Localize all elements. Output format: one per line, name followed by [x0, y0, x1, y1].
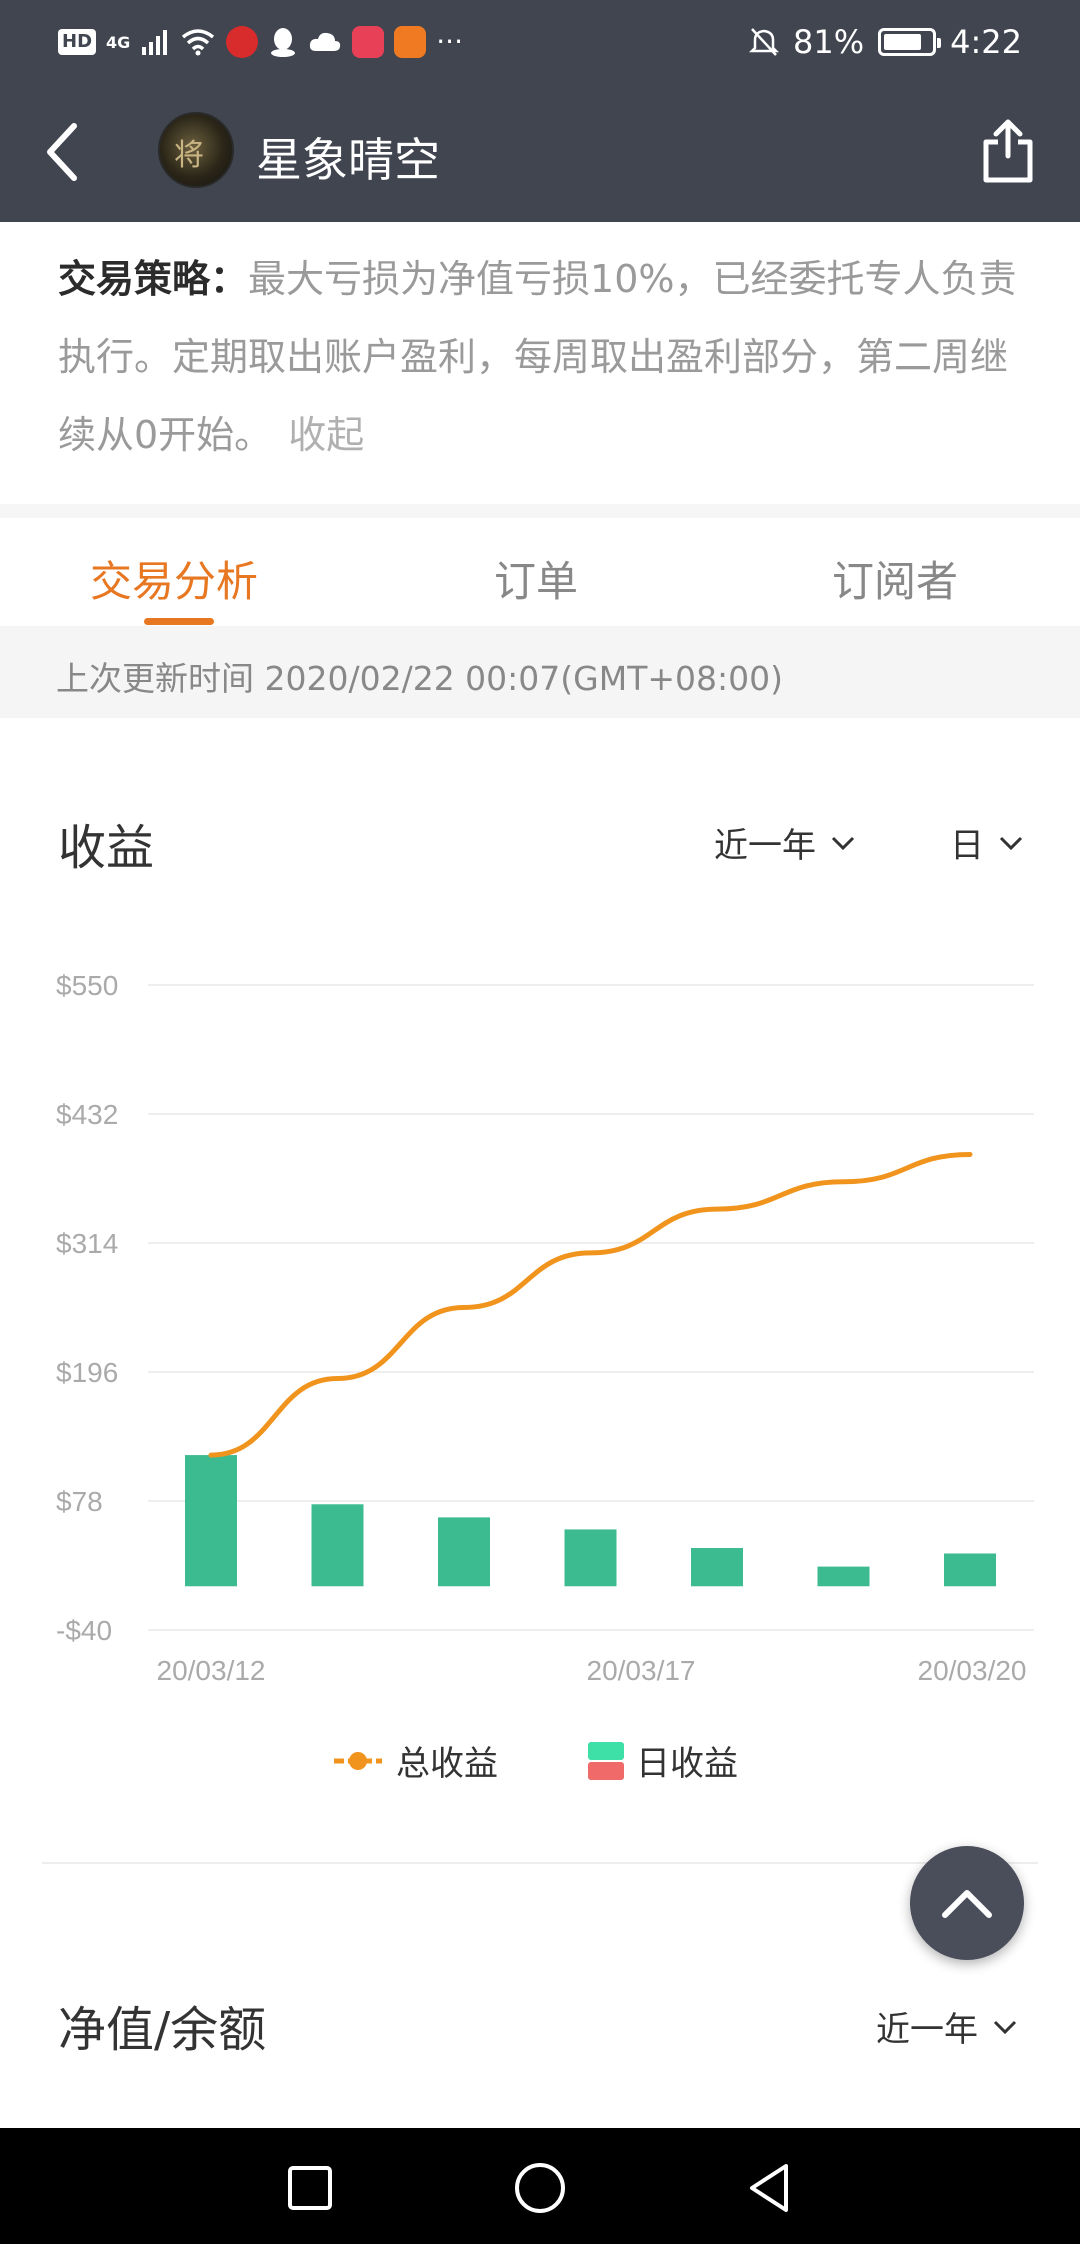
- page-title: 星象晴空: [256, 133, 440, 187]
- avatar[interactable]: 将: [158, 112, 234, 188]
- daily-income-bar[interactable]: [691, 1548, 743, 1587]
- tab-bar: 交易分析 订单 订阅者: [0, 518, 1080, 626]
- y-tick-label: $432: [56, 1099, 118, 1130]
- chevron-down-icon: [831, 836, 855, 850]
- tab-trade-analysis[interactable]: 交易分析: [90, 548, 258, 609]
- income-range-dropdown[interactable]: 近一年: [714, 818, 856, 867]
- legend-label-total: 总收益: [396, 1744, 498, 1784]
- tab-orders[interactable]: 订单: [494, 548, 578, 609]
- clock: 4:22: [950, 23, 1022, 61]
- chevron-down-icon: [993, 2020, 1017, 2034]
- x-tick-label: 20/03/20: [918, 1655, 1027, 1686]
- scroll-top-button[interactable]: [910, 1846, 1024, 1960]
- income-title: 收益: [58, 820, 155, 876]
- y-tick-label: $550: [56, 970, 118, 1001]
- y-tick-label: -$40: [56, 1615, 112, 1646]
- income-chart: $550 $432 $314 $196 $78 -$40 20/03/12 20/03/17 2…: [0, 940, 1080, 1700]
- daily-income-bar[interactable]: [438, 1517, 490, 1587]
- app-header: HD 4G ··· 81% 4:22 将 星象晴空: [0, 0, 1080, 222]
- daily-income-bar[interactable]: [311, 1504, 364, 1587]
- battery-percent: 81%: [793, 23, 865, 61]
- income-range-label: 近一年: [714, 826, 816, 866]
- y-tick-label: $314: [56, 1228, 118, 1259]
- networth-title: 净值/余额: [58, 2002, 267, 2058]
- more-notifications: ···: [436, 25, 463, 58]
- update-time-text: 上次更新时间 2020/02/22 00:07(GMT+08:00): [56, 659, 783, 698]
- strategy-label: 交易策略：: [58, 257, 249, 301]
- share-button[interactable]: [978, 116, 1038, 186]
- network-type: 4G: [106, 32, 131, 52]
- update-time-bar: 上次更新时间 2020/02/22 00:07(GMT+08:00): [0, 626, 1080, 718]
- legend-item-daily[interactable]: 日收益: [588, 1736, 738, 1785]
- strategy-text-block: 交易策略：最大亏损为净值亏损10%，已经委托专人负责执行。定期取出账户盈利，每周…: [58, 240, 1028, 474]
- qq-icon: [271, 28, 296, 57]
- nav-bar: 将 星象晴空: [0, 82, 1080, 222]
- status-left: HD 4G ···: [58, 22, 463, 62]
- shop-app-icon: [352, 26, 385, 58]
- bank-app-icon: [226, 26, 259, 58]
- section-divider: [0, 504, 1080, 518]
- income-chart-svg: $550 $432 $314 $196 $78 -$40 20/03/12 20/03/17 2…: [56, 970, 1034, 1686]
- x-tick-label: 20/03/12: [157, 1655, 266, 1686]
- networth-range-dropdown[interactable]: 近一年: [876, 2002, 1018, 2051]
- line-marker-icon: [334, 1751, 382, 1770]
- back-button[interactable]: [34, 112, 90, 192]
- battery-fill: [884, 34, 922, 50]
- home-circle-icon[interactable]: [510, 2158, 570, 2218]
- status-bar: HD 4G ··· 81% 4:22: [0, 0, 1080, 82]
- back-triangle-icon[interactable]: [740, 2158, 800, 2218]
- avatar-glyph: 将: [174, 138, 204, 173]
- share-icon: [983, 119, 1033, 183]
- section-separator: [42, 1862, 1038, 1864]
- tab-subscribers[interactable]: 订阅者: [832, 548, 958, 609]
- status-right: 81% 4:22: [749, 20, 1022, 64]
- active-tab-indicator: [144, 618, 214, 625]
- system-nav-bar: [0, 2128, 1080, 2244]
- chart-legend: 总收益 日收益: [0, 1736, 1080, 1786]
- recents-square-icon[interactable]: [280, 2158, 340, 2218]
- legend-item-total[interactable]: 总收益: [332, 1736, 498, 1785]
- legend-label-daily: 日收益: [636, 1744, 738, 1784]
- chevron-down-icon: [999, 836, 1023, 850]
- collapse-link[interactable]: 收起: [288, 413, 364, 457]
- income-period-dropdown[interactable]: 日: [950, 818, 1024, 867]
- hd-badge: HD: [58, 29, 97, 55]
- bar-marker-icon: [588, 1741, 624, 1780]
- daily-income-bar[interactable]: [185, 1455, 237, 1587]
- cloud-icon: [310, 32, 341, 51]
- total-income-line[interactable]: [208, 1151, 973, 1458]
- y-tick-label: $78: [56, 1486, 103, 1517]
- daily-income-bar[interactable]: [817, 1566, 870, 1587]
- battery-icon: [878, 28, 942, 56]
- signal-icon: [142, 30, 168, 55]
- chevron-left-icon: [47, 123, 77, 181]
- networth-range-label: 近一年: [876, 2010, 978, 2050]
- mute-bell-icon: [749, 28, 780, 56]
- daily-income-bar[interactable]: [564, 1529, 617, 1587]
- income-period-label: 日: [950, 826, 984, 866]
- x-tick-label: 20/03/17: [587, 1655, 696, 1686]
- y-tick-label: $196: [56, 1357, 118, 1388]
- daily-income-bar[interactable]: [944, 1553, 996, 1587]
- wifi-icon: [182, 29, 215, 56]
- video-app-icon: [394, 26, 427, 58]
- chevron-up-icon: [942, 1890, 992, 1918]
